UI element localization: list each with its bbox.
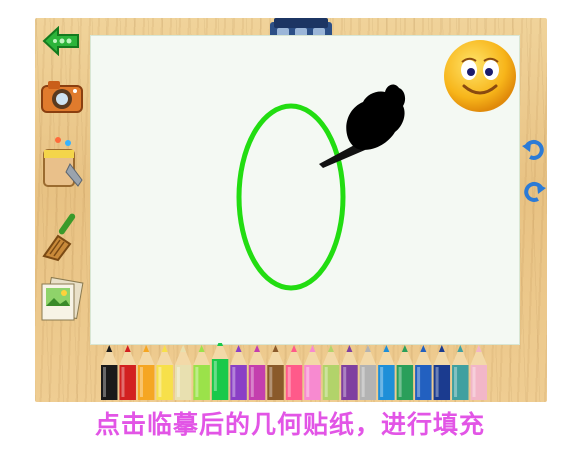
pencil-14[interactable] [359, 345, 377, 400]
pencil-1[interactable] [119, 345, 136, 400]
pencil-19[interactable] [452, 345, 469, 400]
pencil-6[interactable] [211, 343, 229, 400]
pencil-8[interactable] [248, 345, 266, 400]
camera-icon[interactable] [40, 78, 84, 114]
pencil-5[interactable] [193, 345, 210, 400]
pencil-13[interactable] [341, 345, 358, 400]
sticker-album-icon[interactable] [38, 276, 86, 324]
pencil-11[interactable] [304, 345, 321, 400]
pencil-12[interactable] [322, 345, 340, 400]
pencil-17[interactable] [415, 345, 432, 400]
undo-arrow-icon[interactable] [522, 138, 546, 162]
paint-bucket-icon[interactable] [38, 134, 86, 192]
redo-arrow-icon[interactable] [522, 178, 546, 204]
green-arrow-icon[interactable] [42, 26, 80, 56]
pencil-16[interactable] [396, 345, 414, 400]
pencil-18[interactable] [433, 345, 451, 400]
instruction-caption: 点击临摹后的几何贴纸，进行填充 [94, 410, 485, 439]
pencil-4[interactable] [174, 345, 192, 400]
pointing-hand-icon [319, 84, 406, 168]
pencil-10[interactable] [285, 345, 303, 400]
broom-icon[interactable] [38, 210, 86, 262]
pencil-9[interactable] [267, 345, 284, 400]
pencil-3[interactable] [156, 345, 173, 400]
pencil-15[interactable] [378, 345, 395, 400]
pencil-7[interactable] [230, 345, 247, 400]
smiley-face-icon[interactable] [442, 38, 518, 114]
pencil-color-palette [101, 343, 487, 400]
pencil-0[interactable] [101, 345, 118, 400]
pencil-2[interactable] [137, 345, 155, 400]
pencil-20[interactable] [470, 345, 487, 400]
